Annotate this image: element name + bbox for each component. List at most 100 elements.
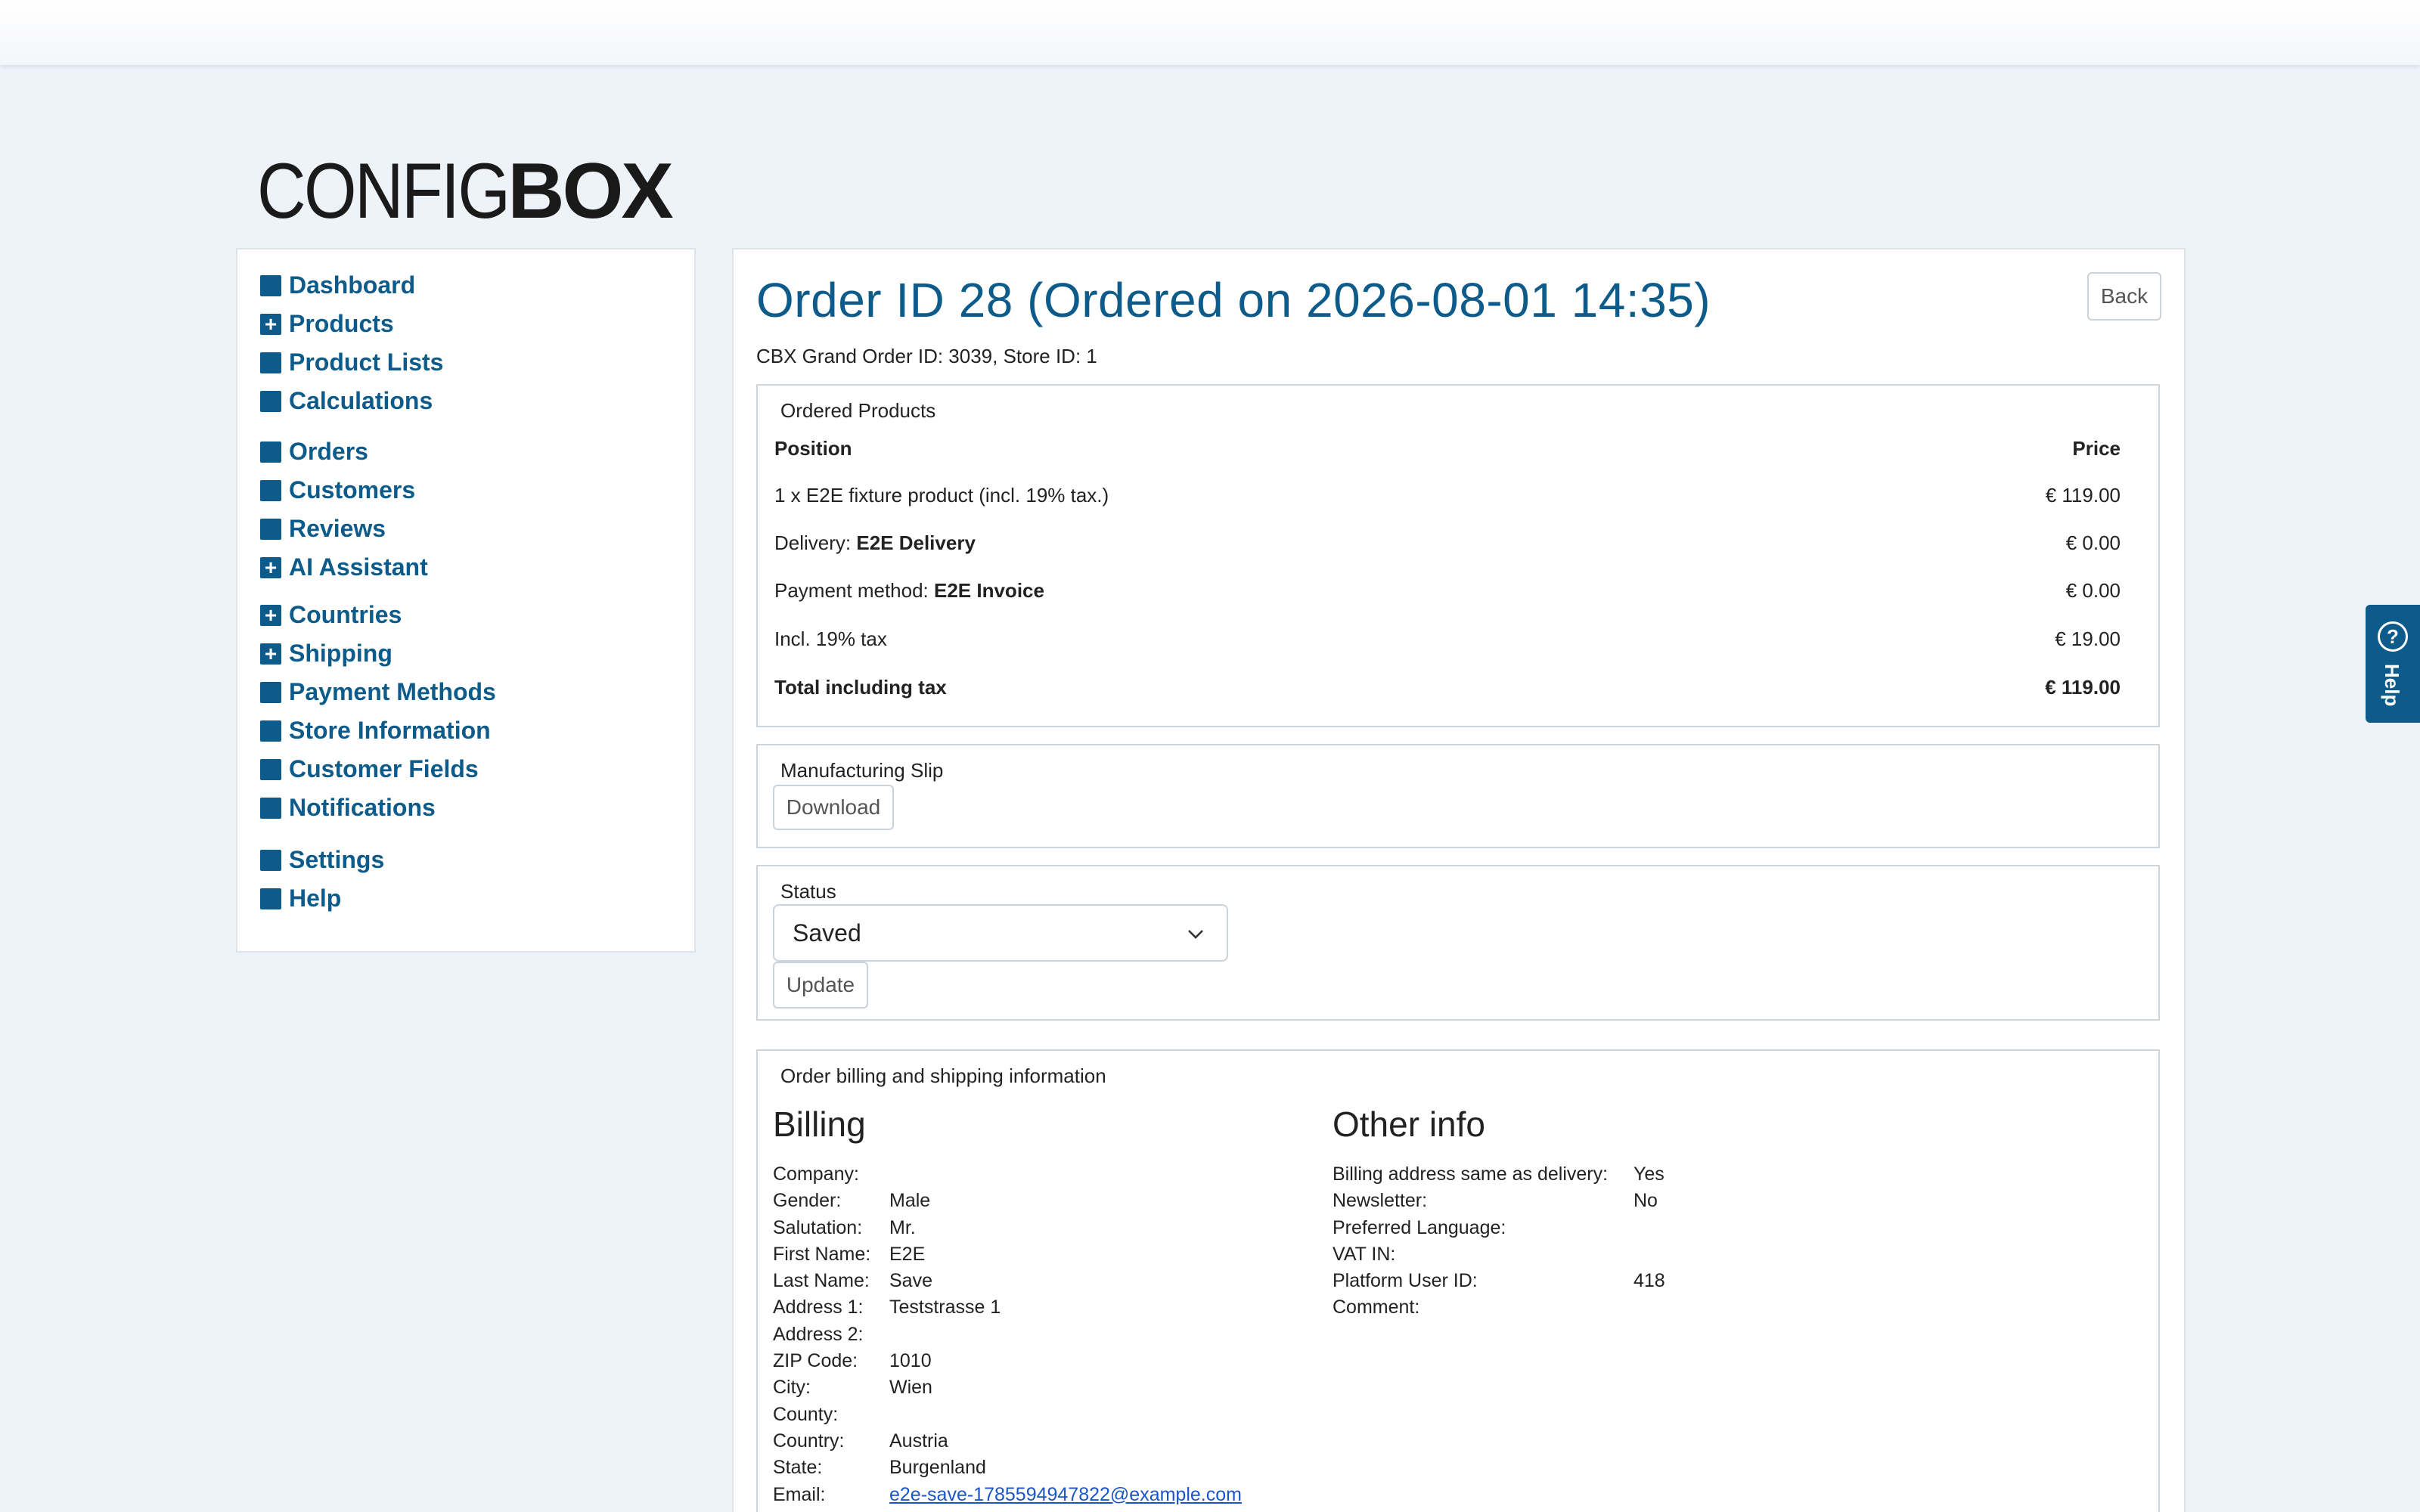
- billing-row: Gender: Male: [773, 1190, 931, 1212]
- top-bar: [0, 0, 2420, 65]
- ordered-products-panel: Ordered Products Position Price 1 x E2E …: [756, 384, 2160, 727]
- column-header-position: Position: [774, 437, 852, 460]
- billing-row: ZIP Code: 1010: [773, 1350, 932, 1372]
- other-info-row: Newsletter: No: [1333, 1190, 1658, 1212]
- bullet-icon: [260, 681, 281, 703]
- bullet-icon: [260, 758, 281, 780]
- help-tab[interactable]: ? Help: [2366, 605, 2420, 723]
- row-price: € 19.00: [2055, 627, 2121, 650]
- billing-row: First Name: E2E: [773, 1243, 926, 1265]
- help-question-icon: ?: [2378, 621, 2408, 652]
- billing-heading: Billing: [773, 1105, 866, 1144]
- email-link[interactable]: e2e-save-1785594947822@example.com: [889, 1482, 1242, 1508]
- sidebar-item-products[interactable]: + Products: [260, 305, 443, 343]
- manufacturing-slip-panel: Manufacturing Slip Download: [756, 744, 2160, 848]
- sidebar-item-payment-methods[interactable]: Payment Methods: [260, 673, 496, 711]
- row-position: 1 x E2E fixture product (incl. 19% tax.): [774, 484, 1109, 507]
- bullet-icon: [260, 352, 281, 373]
- billing-row: Salutation: Mr.: [773, 1216, 916, 1238]
- sidebar-item-customer-fields[interactable]: Customer Fields: [260, 750, 496, 789]
- update-button[interactable]: Update: [773, 962, 868, 1009]
- row-price: € 0.00: [2065, 531, 2121, 554]
- billing-row: Company:: [773, 1163, 859, 1185]
- bullet-icon: [260, 479, 281, 501]
- order-detail-panel: Order ID 28 (Ordered on 2026-08-01 14:35…: [732, 248, 2186, 1512]
- sidebar-item-notifications[interactable]: Notifications: [260, 789, 496, 827]
- nav-group-system: Settings Help: [260, 841, 384, 918]
- billing-row: City: Wien: [773, 1377, 932, 1399]
- sidebar-item-settings[interactable]: Settings: [260, 841, 384, 879]
- chevron-down-icon: [1188, 930, 1203, 939]
- status-select[interactable]: Saved: [773, 904, 1228, 962]
- nav-group-sales: Orders Customers Reviews + AI Assistant: [260, 432, 428, 587]
- sidebar-item-product-lists[interactable]: Product Lists: [260, 343, 443, 382]
- table-header: Position Price: [774, 437, 2121, 460]
- total-label: Total including tax: [774, 676, 947, 699]
- sidebar-item-store-information[interactable]: Store Information: [260, 711, 496, 750]
- status-panel: Status Saved Update: [756, 865, 2160, 1021]
- table-row: Delivery: E2E Delivery € 0.00: [774, 531, 2121, 555]
- bullet-icon: [260, 888, 281, 909]
- row-price: € 119.00: [2045, 484, 2121, 507]
- bullet-icon: [260, 797, 281, 819]
- configbox-logo: CONFIGBOX: [257, 147, 674, 235]
- sidebar: Dashboard + Products Product Lists Calcul…: [236, 248, 696, 953]
- row-price: € 0.00: [2065, 579, 2121, 602]
- billing-row: Email: e2e-save-1785594947822@example.com: [773, 1482, 1242, 1508]
- sidebar-item-calculations[interactable]: Calculations: [260, 382, 443, 420]
- row-position: Incl. 19% tax: [774, 627, 887, 650]
- panel-legend: Order billing and shipping information: [780, 1064, 1106, 1087]
- expand-plus-icon[interactable]: +: [260, 604, 281, 626]
- table-row: 1 x E2E fixture product (incl. 19% tax.)…: [774, 484, 2121, 507]
- sidebar-item-help[interactable]: Help: [260, 879, 384, 918]
- sidebar-item-reviews[interactable]: Reviews: [260, 510, 428, 548]
- sidebar-item-countries[interactable]: + Countries: [260, 596, 496, 634]
- bullet-icon: [260, 518, 281, 540]
- bullet-icon: [260, 849, 281, 871]
- panel-legend: Status: [780, 880, 836, 903]
- expand-plus-icon[interactable]: +: [260, 556, 281, 578]
- help-tab-label: Help: [2381, 664, 2403, 707]
- billing-row: Country: Austria: [773, 1430, 948, 1452]
- other-info-row: Preferred Language:: [1333, 1216, 1506, 1238]
- row-position: Payment method: E2E Invoice: [774, 579, 1044, 602]
- billing-row: State: Burgenland: [773, 1457, 986, 1479]
- bullet-icon: [260, 720, 281, 742]
- sidebar-item-orders[interactable]: Orders: [260, 432, 428, 471]
- expand-plus-icon[interactable]: +: [260, 643, 281, 665]
- sidebar-item-dashboard[interactable]: Dashboard: [260, 266, 443, 305]
- other-info-row: VAT IN:: [1333, 1243, 1396, 1265]
- other-info-row: Comment:: [1333, 1297, 1420, 1318]
- bullet-icon: [260, 390, 281, 412]
- download-button[interactable]: Download: [773, 785, 894, 830]
- page-title: Order ID 28 (Ordered on 2026-08-01 14:35…: [756, 273, 1711, 327]
- billing-row: County:: [773, 1403, 839, 1425]
- order-meta: CBX Grand Order ID: 3039, Store ID: 1: [756, 345, 1097, 367]
- sidebar-item-customers[interactable]: Customers: [260, 471, 428, 510]
- nav-group-setup: + Countries + Shipping Payment Methods Sto…: [260, 596, 496, 827]
- panel-legend: Manufacturing Slip: [780, 759, 944, 782]
- expand-plus-icon[interactable]: +: [260, 313, 281, 335]
- table-row: Payment method: E2E Invoice € 0.00: [774, 579, 2121, 603]
- billing-details: Company: Gender: Male Salutation: Mr. Firs…: [773, 1161, 1242, 1508]
- billing-row: Address 2:: [773, 1323, 864, 1345]
- table-total-row: Total including tax € 119.00: [774, 676, 2121, 699]
- other-info-row: Platform User ID: 418: [1333, 1270, 1665, 1292]
- column-header-price: Price: [2072, 437, 2121, 460]
- other-info-heading: Other info: [1333, 1105, 1485, 1144]
- bullet-icon: [260, 441, 281, 463]
- bullet-icon: [260, 274, 281, 296]
- nav-group-catalog: Dashboard + Products Product Lists Calcul…: [260, 266, 443, 420]
- other-info-row: Billing address same as delivery: Yes: [1333, 1163, 1665, 1185]
- row-position: Delivery: E2E Delivery: [774, 531, 976, 554]
- billing-row: Address 1: Teststrasse 1: [773, 1297, 1001, 1318]
- billing-shipping-panel: Order billing and shipping information B…: [756, 1049, 2160, 1512]
- sidebar-item-shipping[interactable]: + Shipping: [260, 634, 496, 673]
- panel-legend: Ordered Products: [780, 399, 936, 422]
- other-info-details: Billing address same as delivery: Yes New…: [1333, 1161, 1665, 1321]
- sidebar-item-ai-assistant[interactable]: + AI Assistant: [260, 548, 428, 587]
- billing-row: Last Name: Save: [773, 1270, 932, 1292]
- total-price: € 119.00: [2045, 676, 2121, 699]
- table-row: Incl. 19% tax € 19.00: [774, 627, 2121, 651]
- back-button[interactable]: Back: [2087, 272, 2161, 321]
